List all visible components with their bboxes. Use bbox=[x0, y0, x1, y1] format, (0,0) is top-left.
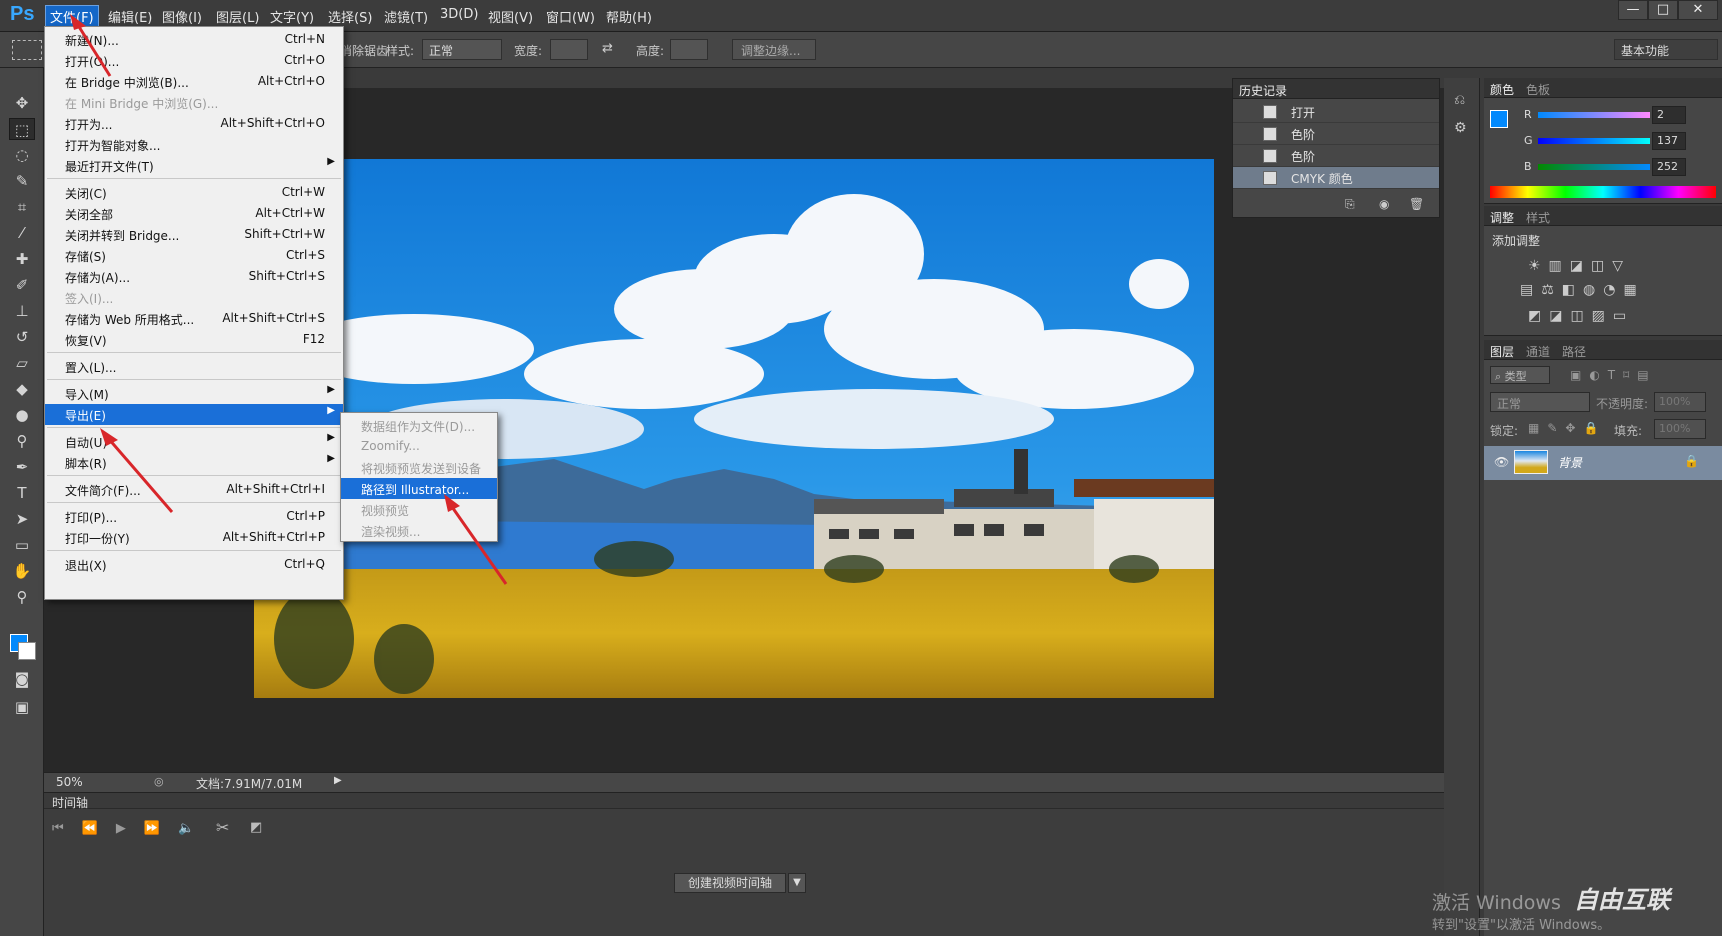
arrow-to-file-menu bbox=[70, 14, 112, 77]
arrow-to-export bbox=[100, 428, 174, 513]
photoshop-window: Ps 文件(F) 编辑(E) 图像(I) 图层(L) 文字(Y) 选择(S) 滤… bbox=[0, 0, 1722, 936]
annotation-arrows bbox=[70, 14, 508, 585]
arrow-to-paths-illustrator bbox=[444, 494, 508, 585]
activate-windows-hint: 转到"设置"以激活 Windows。 bbox=[1432, 918, 1611, 933]
brand-watermark: 自由互联 bbox=[1574, 886, 1670, 914]
activate-windows-title: 激活 Windows bbox=[1432, 892, 1561, 914]
